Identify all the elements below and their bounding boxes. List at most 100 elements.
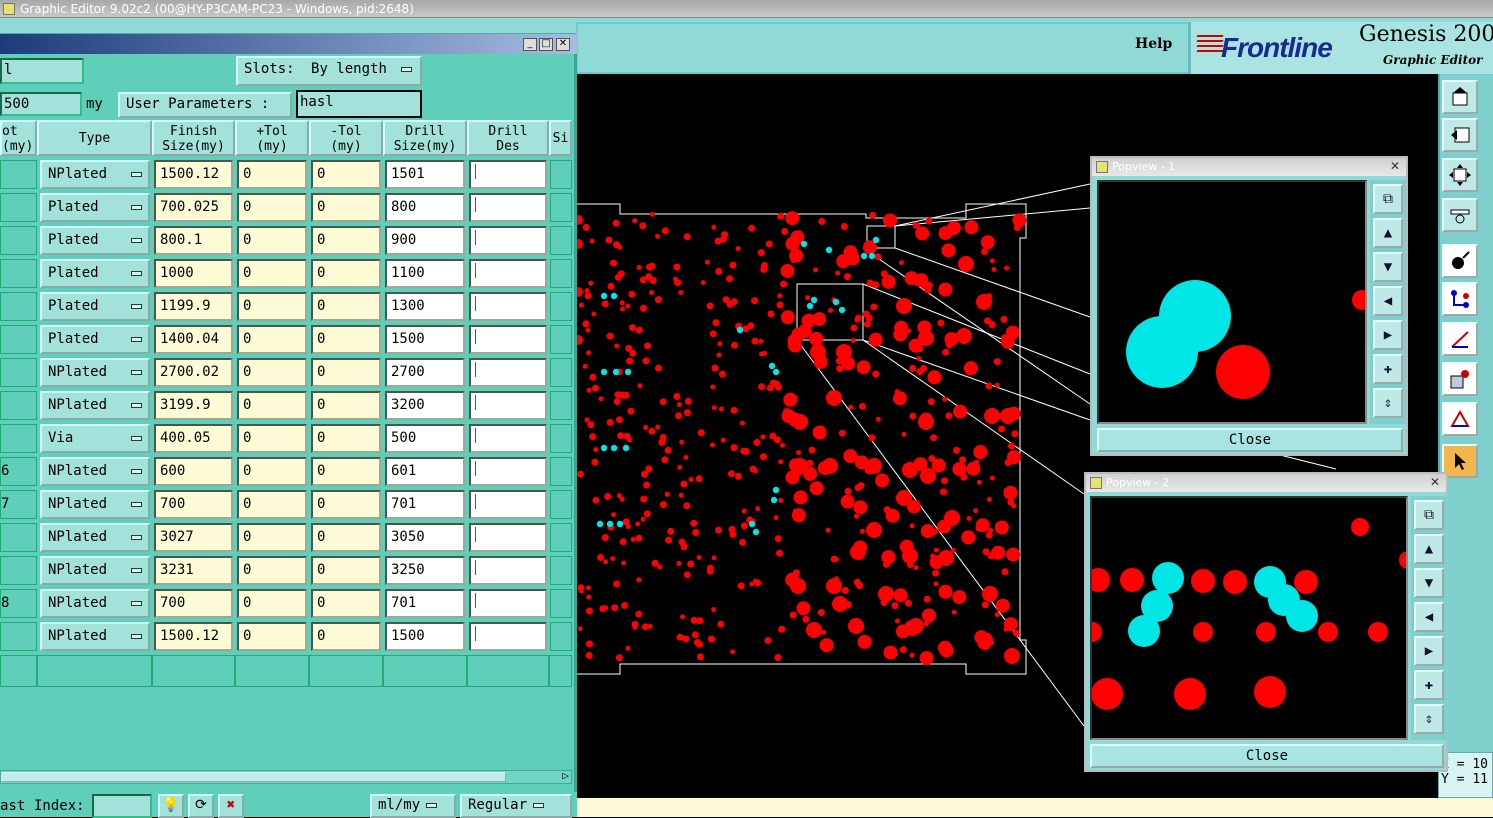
finish-size-input[interactable]: 700 [154, 589, 233, 618]
size-field[interactable]: 500 [0, 92, 82, 116]
table-row[interactable]: Plated 800.1 0 0 900 [0, 224, 572, 257]
drill-des-input[interactable] [469, 424, 547, 453]
plus-tol-input[interactable]: 0 [237, 193, 307, 222]
drill-size-input[interactable]: 3050 [385, 523, 465, 552]
plus-tol-input[interactable]: 0 [237, 457, 307, 486]
pan-left-icon[interactable] [1442, 118, 1478, 152]
table-row[interactable]: 8 NPlated 700 0 0 701 [0, 587, 572, 620]
scroll-right-icon[interactable]: ▷ [562, 769, 569, 782]
finish-size-input[interactable]: 2700.02 [154, 358, 233, 387]
minus-tol-input[interactable]: 0 [311, 193, 381, 222]
close-icon[interactable]: ✕ [556, 38, 570, 51]
popview-2-close-button[interactable]: Close [1090, 744, 1444, 768]
plus-tol-input[interactable]: 0 [237, 556, 307, 585]
drill-des-input[interactable] [469, 226, 547, 255]
finish-size-input[interactable]: 700.025 [154, 193, 233, 222]
drill-size-input[interactable]: 601 [385, 457, 465, 486]
table-row[interactable]: Plated 1400.04 0 0 1500 [0, 323, 572, 356]
horizontal-scrollbar[interactable]: ▷ [0, 769, 572, 784]
drill-size-input[interactable]: 900 [385, 226, 465, 255]
zoom-box-icon[interactable]: ⧉ [1373, 184, 1403, 214]
minus-tol-input[interactable]: 0 [311, 358, 381, 387]
plus-tol-input[interactable]: 0 [237, 226, 307, 255]
type-dropdown[interactable]: NPlated [40, 523, 150, 552]
pan-right-icon[interactable]: ▶ [1373, 320, 1403, 350]
table-row[interactable]: NPlated 1500.12 0 0 1501 [0, 158, 572, 191]
drill-des-input[interactable] [469, 325, 547, 354]
lightbulb-icon[interactable]: 💡 [158, 794, 184, 818]
table-row[interactable]: 7 NPlated 700 0 0 701 [0, 488, 572, 521]
delete-icon[interactable]: ✖ [218, 794, 244, 818]
minus-tol-input[interactable]: 0 [311, 490, 381, 519]
pan-down-icon[interactable]: ▼ [1414, 568, 1444, 598]
minus-tol-input[interactable]: 0 [311, 325, 381, 354]
minus-tol-input[interactable]: 0 [311, 457, 381, 486]
drill-size-input[interactable]: 701 [385, 589, 465, 618]
zoom-out-icon[interactable]: ⇕ [1414, 704, 1444, 734]
pan-up-icon[interactable]: ▲ [1414, 534, 1444, 564]
drill-size-input[interactable]: 1100 [385, 259, 465, 288]
mode-dropdown[interactable]: Regular [460, 794, 572, 818]
drill-size-input[interactable]: 1500 [385, 622, 465, 651]
drill-des-input[interactable] [469, 556, 547, 585]
type-dropdown[interactable]: NPlated [40, 622, 150, 651]
drill-des-input[interactable] [469, 358, 547, 387]
finish-size-input[interactable]: 1400.04 [154, 325, 233, 354]
zoom-box-icon[interactable]: ⧉ [1414, 500, 1444, 530]
minus-tol-input[interactable]: 0 [311, 292, 381, 321]
minus-tol-input[interactable]: 0 [311, 589, 381, 618]
table-row[interactable]: Plated 1000 0 0 1100 [0, 257, 572, 290]
drill-size-input[interactable]: 3200 [385, 391, 465, 420]
zoom-out-icon[interactable]: ⇕ [1373, 388, 1403, 418]
table-row[interactable]: Via 400.05 0 0 500 [0, 422, 572, 455]
drill-des-input[interactable] [469, 391, 547, 420]
finish-size-input[interactable]: 3027 [154, 523, 233, 552]
minus-tol-input[interactable]: 0 [311, 424, 381, 453]
finish-size-input[interactable]: 3199.9 [154, 391, 233, 420]
finish-size-input[interactable]: 600 [154, 457, 233, 486]
minus-tol-input[interactable]: 0 [311, 523, 381, 552]
plus-tol-input[interactable]: 0 [237, 622, 307, 651]
table-row[interactable]: NPlated 3199.9 0 0 3200 [0, 389, 572, 422]
help-menu[interactable]: Help [1135, 36, 1172, 52]
zoom-in-icon[interactable]: ✚ [1414, 670, 1444, 700]
plus-tol-input[interactable]: 0 [237, 424, 307, 453]
minus-tol-input[interactable]: 0 [311, 226, 381, 255]
drill-des-input[interactable] [469, 622, 547, 651]
pan-left-icon[interactable]: ◀ [1414, 602, 1444, 632]
type-dropdown[interactable]: Plated [40, 325, 150, 354]
user-parameters-button[interactable]: User Parameters : [118, 92, 292, 118]
tool-name-field[interactable]: l [0, 58, 84, 84]
drill-size-input[interactable]: 1500 [385, 325, 465, 354]
scrollbar-thumb[interactable] [1, 772, 506, 782]
plus-tol-input[interactable]: 0 [237, 259, 307, 288]
drill-size-input[interactable]: 3250 [385, 556, 465, 585]
slots-dropdown[interactable]: Slots: By length [236, 56, 422, 86]
line-tool-icon[interactable] [1442, 322, 1478, 356]
finish-size-input[interactable]: 1500.12 [154, 160, 233, 189]
finish-size-input[interactable]: 3231 [154, 556, 233, 585]
type-dropdown[interactable]: Plated [40, 226, 150, 255]
drill-size-input[interactable]: 1501 [385, 160, 465, 189]
drill-size-input[interactable]: 701 [385, 490, 465, 519]
drill-des-input[interactable] [469, 523, 547, 552]
drill-size-input[interactable]: 1300 [385, 292, 465, 321]
table-row[interactable]: Plated 700.025 0 0 800 [0, 191, 572, 224]
plus-tol-input[interactable]: 0 [237, 490, 307, 519]
zoom-fit-icon[interactable] [1442, 158, 1478, 192]
close-icon[interactable]: ✕ [1388, 160, 1402, 173]
type-dropdown[interactable]: NPlated [40, 589, 150, 618]
finish-size-input[interactable]: 1500.12 [154, 622, 233, 651]
pan-left-icon[interactable]: ◀ [1373, 286, 1403, 316]
type-dropdown[interactable]: Plated [40, 193, 150, 222]
table-row[interactable]: 6 NPlated 600 0 0 601 [0, 455, 572, 488]
plus-tol-input[interactable]: 0 [237, 589, 307, 618]
finish-size-input[interactable]: 400.05 [154, 424, 233, 453]
finish-size-input[interactable]: 1199.9 [154, 292, 233, 321]
table-row[interactable]: NPlated 3027 0 0 3050 [0, 521, 572, 554]
zoom-in-icon[interactable]: ✚ [1373, 354, 1403, 384]
close-icon[interactable]: ✕ [1428, 476, 1442, 489]
type-dropdown[interactable]: Plated [40, 259, 150, 288]
refresh-icon[interactable]: ⟳ [188, 794, 214, 818]
finish-size-input[interactable]: 1000 [154, 259, 233, 288]
